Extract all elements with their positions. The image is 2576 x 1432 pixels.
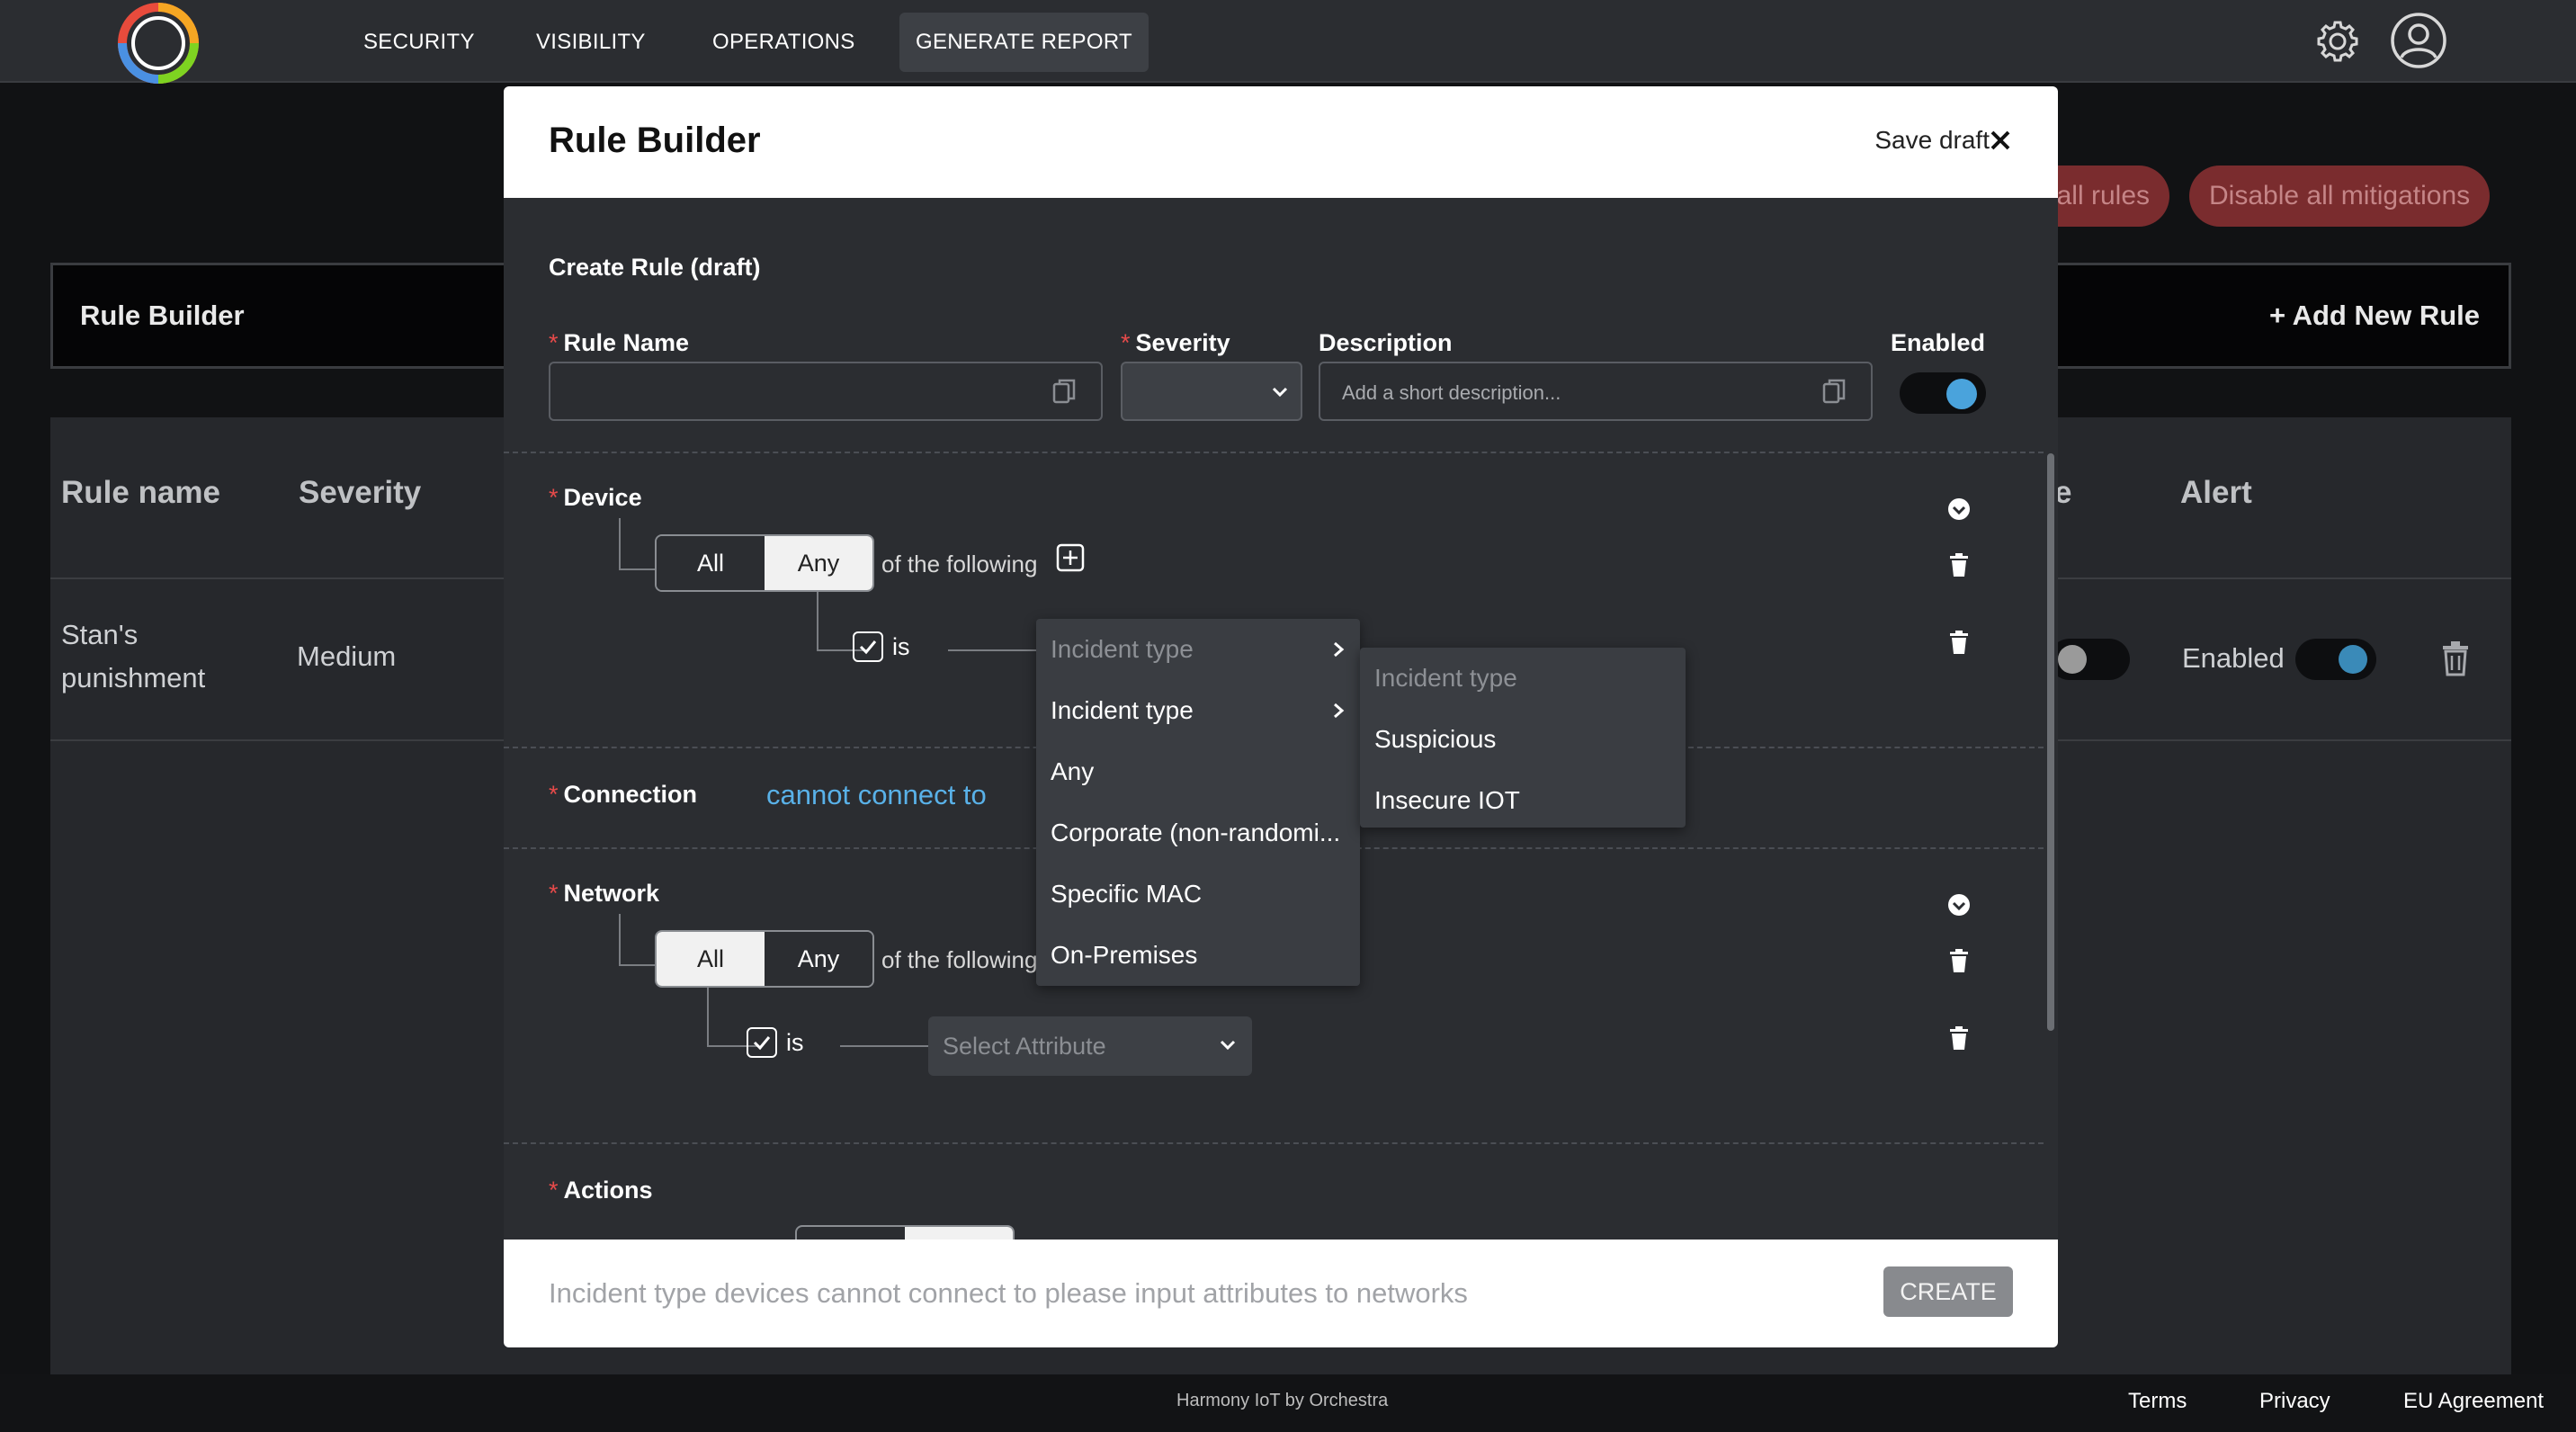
network-match-toggle: All Any xyxy=(655,930,874,988)
top-navigation-bar: SECURITY VISIBILITY OPERATIONS GENERATE … xyxy=(0,0,2576,84)
nav-visibility[interactable]: VISIBILITY xyxy=(520,13,662,72)
row-alert-toggle[interactable] xyxy=(2295,639,2376,680)
table-row-severity: Medium xyxy=(297,640,397,672)
nav-operations[interactable]: OPERATIONS xyxy=(696,13,872,72)
delete-group-icon[interactable] xyxy=(1948,948,1970,973)
collapse-section-icon[interactable] xyxy=(1946,497,1972,522)
create-rule-subtitle: Create Rule (draft) xyxy=(549,254,761,281)
device-match-toggle: All Any xyxy=(655,534,874,592)
copy-icon[interactable] xyxy=(1052,378,1076,407)
network-all-button[interactable]: All xyxy=(657,932,765,986)
severity-select[interactable] xyxy=(1121,362,1302,421)
chevron-down-icon xyxy=(1272,387,1288,398)
rule-name-input[interactable] xyxy=(549,362,1103,421)
incident-type-submenu: Incident type Suspicious Insecure IOT xyxy=(1360,648,1686,828)
dropdown-item-specific-mac[interactable]: Specific MAC xyxy=(1036,864,1360,925)
create-button[interactable]: CREATE xyxy=(1883,1266,2013,1317)
device-all-button[interactable]: All xyxy=(657,536,765,590)
chevron-right-icon xyxy=(1334,703,1345,719)
disable-all-mitigations-button[interactable]: Disable all mitigations xyxy=(2189,166,2491,227)
footer-link-eu-agreement[interactable]: EU Agreement xyxy=(2403,1389,2544,1414)
section-divider xyxy=(504,452,2044,453)
chevron-right-icon xyxy=(1334,641,1345,658)
enabled-label: Enabled xyxy=(1891,329,1986,356)
delete-group-icon[interactable] xyxy=(1948,552,1970,577)
add-condition-icon[interactable] xyxy=(1056,543,1085,572)
row-mitigation-toggle[interactable] xyxy=(2049,639,2130,680)
description-placeholder: Add a short description... xyxy=(1342,381,1561,404)
rule-name-label: * Rule Name xyxy=(549,329,690,356)
dropdown-header[interactable]: Incident type xyxy=(1036,619,1360,680)
description-input[interactable]: Add a short description... xyxy=(1319,362,1873,421)
tree-connector xyxy=(619,518,657,570)
footer-link-privacy[interactable]: Privacy xyxy=(2259,1389,2330,1414)
add-new-rule-button[interactable]: + Add New Rule xyxy=(2269,265,2480,366)
close-icon[interactable] xyxy=(1988,126,2013,153)
table-row-name[interactable]: Stan's punishment xyxy=(61,613,205,700)
dropdown-item-corporate[interactable]: Corporate (non-randomi... xyxy=(1036,802,1360,864)
tree-connector xyxy=(619,914,657,966)
footer-link-terms[interactable]: Terms xyxy=(2128,1389,2187,1414)
device-section-label: * Device xyxy=(549,484,642,511)
delete-condition-icon[interactable] xyxy=(1948,1025,1970,1051)
save-draft-button[interactable]: Save draft xyxy=(1874,126,1990,155)
enabled-toggle[interactable] xyxy=(1900,372,1986,414)
collapse-section-icon[interactable] xyxy=(1946,892,1972,917)
device-is-label: is xyxy=(892,633,910,660)
modal-footer: Incident type devices cannot connect to … xyxy=(504,1240,2058,1347)
severity-label: * Severity xyxy=(1121,329,1230,356)
page-footer: Harmony IoT by Orchestra Terms Privacy E… xyxy=(0,1374,2576,1432)
column-header-alert[interactable]: Alert xyxy=(2180,475,2252,511)
page-title: Rule Builder xyxy=(80,300,245,331)
dropdown-item-on-premises[interactable]: On-Premises xyxy=(1036,925,1360,986)
submenu-item-suspicious[interactable]: Suspicious xyxy=(1360,709,1686,770)
dropdown-item-incident-type[interactable]: Incident type xyxy=(1036,680,1360,741)
device-condition-checkbox[interactable] xyxy=(853,631,883,662)
modal-header: Rule Builder Save draft xyxy=(504,86,2058,198)
condition-connector xyxy=(840,1045,928,1047)
network-section-label: * Network xyxy=(549,880,660,907)
delete-condition-icon[interactable] xyxy=(1948,630,1970,655)
nav-security[interactable]: SECURITY xyxy=(347,13,491,72)
brand-logo[interactable] xyxy=(113,0,203,90)
network-any-button[interactable]: Any xyxy=(765,932,872,986)
attribute-dropdown: Incident type Incident type Any Corporat… xyxy=(1036,619,1360,986)
connection-type-link[interactable]: cannot connect to xyxy=(766,779,987,811)
select-attribute-placeholder: Select Attribute xyxy=(943,1033,1106,1060)
column-header-rule-name[interactable]: Rule name xyxy=(61,475,220,511)
row-delete-icon[interactable] xyxy=(2439,640,2472,676)
submenu-header: Incident type xyxy=(1374,664,1517,692)
rule-summary-text: Incident type devices cannot connect to … xyxy=(549,1277,1468,1309)
user-account-icon[interactable] xyxy=(2389,11,2448,70)
dropdown-item-any[interactable]: Any xyxy=(1036,741,1360,802)
submenu-item-insecure-iot[interactable]: Insecure IOT xyxy=(1360,770,1686,831)
section-divider xyxy=(504,1142,2044,1144)
modal-scrollbar[interactable] xyxy=(2047,453,2054,1031)
network-of-following-label: of the following xyxy=(881,946,1038,973)
chevron-down-icon xyxy=(1220,1040,1236,1051)
device-any-button[interactable]: Any xyxy=(765,536,872,590)
footer-credit: Harmony IoT by Orchestra xyxy=(1176,1391,1389,1410)
modal-title: Rule Builder xyxy=(549,121,761,160)
condition-connector xyxy=(948,649,1047,651)
actions-section-label: * Actions xyxy=(549,1177,653,1204)
description-label: Description xyxy=(1319,329,1453,356)
network-is-label: is xyxy=(786,1029,804,1056)
rule-builder-modal: Rule Builder Save draft Create Rule (dra… xyxy=(504,86,2058,1347)
column-header-severity[interactable]: Severity xyxy=(299,475,421,511)
gear-icon[interactable] xyxy=(2317,14,2358,68)
network-condition-checkbox[interactable] xyxy=(747,1027,777,1058)
copy-icon[interactable] xyxy=(1822,378,1846,407)
network-attribute-select[interactable]: Select Attribute xyxy=(928,1016,1252,1076)
nav-generate-report[interactable]: GENERATE REPORT xyxy=(899,13,1149,72)
device-of-following-label: of the following xyxy=(881,550,1038,577)
row-alert-status: Enabled xyxy=(2182,642,2285,674)
connection-section-label: * Connection xyxy=(549,781,698,808)
